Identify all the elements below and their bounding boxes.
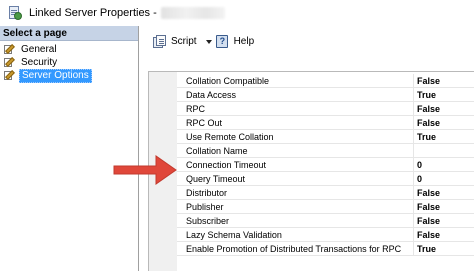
page-item-server-options[interactable]: Server Options <box>4 68 138 83</box>
property-value[interactable]: False <box>417 200 440 214</box>
property-value[interactable]: False <box>417 116 440 130</box>
toolbar: Script ? Help <box>140 26 474 57</box>
property-name: RPC <box>186 102 414 116</box>
property-name: Use Remote Collation <box>186 130 414 144</box>
property-value[interactable]: False <box>417 228 440 242</box>
property-name: Enable Promotion of Distributed Transact… <box>186 242 414 256</box>
page-item-label: Security <box>21 56 58 68</box>
property-name: Distributor <box>186 186 414 200</box>
script-button[interactable]: Script <box>153 35 197 48</box>
linked-server-properties-dialog: Linked Server Properties - Select a page… <box>0 0 474 271</box>
page-list: General Security Server Options <box>0 41 138 83</box>
property-value[interactable]: False <box>417 74 440 88</box>
wrench-page-icon <box>4 57 17 68</box>
property-row-distributor[interactable]: Distributor False <box>177 186 474 200</box>
property-value[interactable]: 0 <box>417 172 422 186</box>
linked-server-icon <box>8 6 22 20</box>
script-icon <box>153 35 167 48</box>
property-grid: Collation Compatible False Data Access T… <box>148 71 474 271</box>
help-button[interactable]: ? Help <box>215 35 255 48</box>
property-value[interactable]: False <box>417 214 440 228</box>
help-book-icon: ? <box>215 35 230 48</box>
property-row-enable-promotion[interactable]: Enable Promotion of Distributed Transact… <box>177 242 474 256</box>
script-dropdown-arrow-icon[interactable] <box>205 39 212 44</box>
red-arrow-icon <box>113 155 177 185</box>
property-value[interactable]: False <box>417 186 440 200</box>
property-name: Collation Name <box>186 144 414 158</box>
property-name: Publisher <box>186 200 414 214</box>
property-row-collation-compatible[interactable]: Collation Compatible False <box>177 74 474 88</box>
property-row-publisher[interactable]: Publisher False <box>177 200 474 214</box>
property-value[interactable]: 0 <box>417 158 422 172</box>
property-row-data-access[interactable]: Data Access True <box>177 88 474 102</box>
property-row-lazy-schema-validation[interactable]: Lazy Schema Validation False <box>177 228 474 242</box>
help-button-label: Help <box>233 36 255 47</box>
property-name: Connection Timeout <box>186 158 414 172</box>
window-title: Linked Server Properties - <box>29 7 157 19</box>
property-row-rpc-out[interactable]: RPC Out False <box>177 116 474 130</box>
property-name: Lazy Schema Validation <box>186 228 414 242</box>
property-row-use-remote-collation[interactable]: Use Remote Collation True <box>177 130 474 144</box>
page-item-label: Server Options <box>19 68 92 83</box>
property-value[interactable]: True <box>417 242 436 256</box>
property-value[interactable]: True <box>417 130 436 144</box>
server-options-page: Script ? Help Collation Compatible False… <box>140 26 474 271</box>
select-page-pane: Select a page General Security Server Op… <box>0 26 139 271</box>
title-bar: Linked Server Properties - <box>0 0 474 26</box>
property-value[interactable]: True <box>417 88 436 102</box>
property-row-query-timeout[interactable]: Query Timeout 0 <box>177 172 474 186</box>
property-name: Query Timeout <box>186 172 414 186</box>
property-name: Collation Compatible <box>186 74 414 88</box>
redacted-server-name <box>160 7 225 19</box>
page-item-general[interactable]: General <box>4 43 138 56</box>
property-row-subscriber[interactable]: Subscriber False <box>177 214 474 228</box>
property-row-rpc[interactable]: RPC False <box>177 102 474 116</box>
wrench-page-icon <box>4 44 17 55</box>
property-row-collation-name[interactable]: Collation Name <box>177 144 474 158</box>
script-button-label: Script <box>171 36 197 47</box>
page-item-security[interactable]: Security <box>4 56 138 69</box>
property-value[interactable]: False <box>417 102 440 116</box>
property-row-connection-timeout[interactable]: Connection Timeout 0 <box>177 158 474 172</box>
property-name: RPC Out <box>186 116 414 130</box>
select-page-header: Select a page <box>0 26 138 41</box>
property-name: Subscriber <box>186 214 414 228</box>
page-item-label: General <box>21 43 57 55</box>
property-name: Data Access <box>186 88 414 102</box>
wrench-page-icon <box>4 70 17 81</box>
